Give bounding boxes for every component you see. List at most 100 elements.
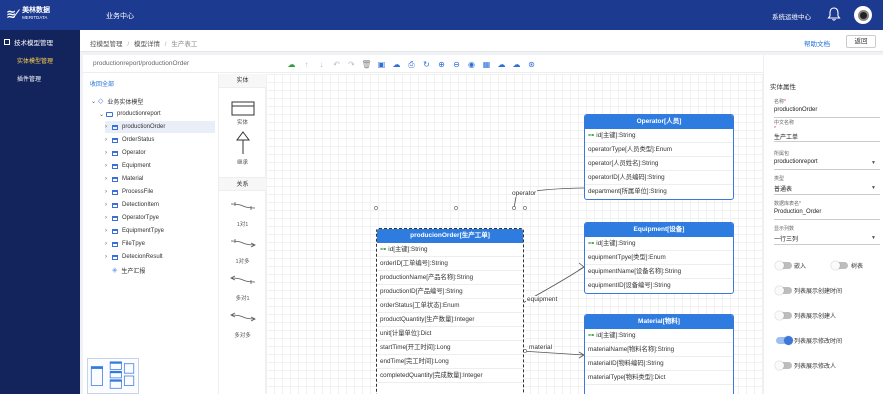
edge-label-material[interactable]: material — [528, 344, 554, 351]
refresh-icon[interactable]: ↻ — [421, 59, 432, 70]
entity-field[interactable]: unit[计量单位]:Dict — [377, 327, 523, 341]
entity-shape-icon[interactable] — [231, 101, 255, 116]
tree-root[interactable]: ⌄ ◇ 业务实体模型 — [91, 95, 143, 107]
entity-operator[interactable]: Operator[人员] ⊶ id[主键]:String operatorType… — [584, 114, 734, 200]
entity-field[interactable]: startTime[开工时间]:Long — [377, 341, 523, 355]
tree-table-toggle[interactable] — [831, 260, 848, 270]
entity-field[interactable]: orderStatus[工单状态]:Enum — [377, 299, 523, 313]
chevron-right-icon[interactable]: › — [105, 202, 112, 208]
chevron-right-icon[interactable]: › — [105, 137, 112, 143]
entity-field[interactable]: operator[人员姓名]:String — [585, 157, 733, 171]
delete-icon[interactable]: 🗑 — [361, 59, 372, 70]
tree-item-detectionitem[interactable]: › DetectionItem — [105, 199, 159, 211]
brand-logo[interactable]: ≋⁄ 美林数据 MERITDATA — [6, 7, 50, 21]
package-select[interactable]: 所属包 productionreport ▼ — [774, 150, 880, 170]
redo-icon[interactable]: ↷ — [346, 59, 357, 70]
nav-item-plugin[interactable]: 插件管理 — [17, 74, 41, 83]
show-modify-time-toggle[interactable] — [776, 335, 793, 345]
entity-field[interactable]: equipmentID[设备编号]:String — [585, 279, 733, 293]
bell-icon[interactable] — [826, 6, 842, 22]
chevron-right-icon[interactable]: › — [105, 241, 112, 247]
chevron-down-icon[interactable]: ⌄ — [99, 111, 106, 118]
entity-field[interactable]: orderID[工单编号]:String — [377, 257, 523, 271]
nav-group-tech-model[interactable]: 技术模型管理 — [4, 37, 53, 47]
entity-field[interactable]: operatorType[人员类型]:Enum — [585, 143, 733, 157]
entity-production-order[interactable]: producionOrder[生产工单] ⊶ id[主键]:String orde… — [376, 228, 524, 394]
user-avatar[interactable] — [854, 6, 872, 24]
entity-field[interactable]: operatorID[人员编码]:String — [585, 171, 733, 185]
zoom-out-icon[interactable]: ⊖ — [451, 59, 462, 70]
tree-item-operator[interactable]: › Operator — [105, 147, 146, 159]
one-to-one-icon[interactable] — [229, 201, 257, 211]
cn-name-field[interactable]: 中文名称 * 生产工单 — [774, 119, 880, 142]
edge-label-operator[interactable]: operator — [511, 190, 538, 197]
canvas-minimap[interactable] — [87, 358, 139, 394]
zoom-in-icon[interactable]: ⊕ — [436, 59, 447, 70]
entity-field[interactable]: equipmentTpye[类型]:Enum — [585, 251, 733, 265]
tree-item-productionorder[interactable]: › productionOrder — [105, 121, 215, 133]
eye-icon[interactable]: ◉ — [466, 59, 477, 70]
chevron-right-icon[interactable]: › — [105, 215, 112, 221]
er-canvas[interactable]: operator equipment material Operator[人员]… — [266, 74, 763, 394]
entity-field[interactable]: materialID[物料编码]:String — [585, 357, 733, 371]
many-to-many-icon[interactable] — [229, 312, 257, 322]
entity-field[interactable]: materialType[物料类型]:Dict — [585, 371, 733, 385]
type-select[interactable]: 类型 普通表 ▼ — [774, 175, 880, 195]
chevron-right-icon[interactable]: › — [105, 254, 112, 260]
undo-icon[interactable]: ↶ — [331, 59, 342, 70]
breadcrumb-item-model-detail[interactable]: 模型详情 — [134, 41, 160, 48]
entity-equipment[interactable]: Equipment[设备] ⊶ id[主键]:String equipmentTp… — [584, 222, 734, 294]
print-icon[interactable]: ⎙ — [406, 59, 417, 70]
tree-item-operatortpye[interactable]: › OperatorTpye — [105, 212, 159, 224]
edge-label-equipment[interactable]: equipment — [526, 296, 559, 303]
breadcrumb-item-model-mgmt[interactable]: 控模型管理 — [90, 41, 123, 48]
entity-field[interactable]: completedQuantity[完成数量]:Integer — [377, 369, 523, 383]
save-icon[interactable]: ▣ — [376, 59, 387, 70]
entity-field[interactable]: materialName[物料名称]:String — [585, 343, 733, 357]
chevron-right-icon[interactable]: › — [105, 163, 112, 169]
embed-toggle[interactable] — [775, 260, 792, 270]
upload-cloud-icon[interactable]: ☁ — [496, 59, 507, 70]
chevron-right-icon[interactable]: › — [105, 228, 112, 234]
name-field[interactable]: 名称* productionOrder — [774, 98, 880, 118]
system-ops-link[interactable]: 系统运维中心 — [772, 11, 811, 21]
show-create-time-toggle[interactable] — [775, 285, 792, 295]
entity-field[interactable]: ⊶ id[主键]:String — [585, 129, 733, 143]
help-doc-link[interactable]: 帮助文档 — [804, 38, 830, 48]
entity-field[interactable]: ⊶ id[主键]:String — [585, 237, 733, 251]
collapse-all-link[interactable]: 收回全部 — [90, 79, 114, 88]
tree-item-production-report[interactable]: ◈ 生产汇报 — [112, 264, 145, 276]
chevron-right-icon[interactable]: › — [105, 189, 112, 195]
entity-field[interactable]: equipmentName[设备名称]:String — [585, 265, 733, 279]
arrow-down-icon[interactable]: ↓ — [316, 59, 327, 70]
cloud-save-icon[interactable]: ☁ — [286, 59, 297, 70]
chevron-down-icon[interactable]: ⌄ — [91, 98, 98, 105]
tree-item-detecionresult[interactable]: › DetecionResult — [105, 251, 163, 263]
chevron-right-icon[interactable]: › — [105, 176, 112, 182]
entity-field[interactable]: ⊶ id[主键]:String — [377, 243, 523, 257]
one-to-many-icon[interactable] — [229, 238, 257, 248]
tree-item-material[interactable]: › Material — [105, 173, 143, 185]
arrow-up-icon[interactable]: ↑ — [301, 59, 312, 70]
entity-field[interactable]: productionID[产品编号]:String — [377, 285, 523, 299]
export-icon[interactable]: ☁ — [511, 59, 522, 70]
chevron-right-icon[interactable]: › — [105, 150, 112, 156]
tree-item-equipmenttpye[interactable]: › EquipmentTpye — [105, 225, 164, 237]
image-icon[interactable]: ▦ — [481, 59, 492, 70]
entity-field[interactable]: ⊶ id[主键]:String — [585, 329, 733, 343]
table-name-field[interactable]: 数据库表名* Production_Order — [774, 200, 880, 220]
tree-item-processfile[interactable]: › ProcessFile — [105, 186, 153, 198]
tree-folder[interactable]: ⌄ productionreport — [99, 108, 161, 120]
tree-item-filetpye[interactable]: › FileTpye — [105, 238, 145, 250]
entity-material[interactable]: Material[物料] ⊶ id[主键]:String materialName… — [584, 314, 734, 394]
many-to-one-icon[interactable] — [229, 275, 257, 285]
share-icon[interactable]: ⊛ — [526, 59, 537, 70]
app-title[interactable]: 业务中心 — [106, 11, 134, 21]
entity-field[interactable]: productQuantity[生产数量]:Integer — [377, 313, 523, 327]
nav-item-entity-model[interactable]: 实体模型管理 — [17, 56, 53, 65]
tree-item-orderstatus[interactable]: › OrderStatus — [105, 134, 154, 146]
entity-field[interactable]: department[所属单位]:String — [585, 185, 733, 199]
display-columns-select[interactable]: 显示列数 一行三列 ▼ — [774, 225, 880, 245]
tree-item-equipment[interactable]: › Equipment — [105, 160, 151, 172]
chevron-right-icon[interactable]: › — [105, 124, 112, 130]
